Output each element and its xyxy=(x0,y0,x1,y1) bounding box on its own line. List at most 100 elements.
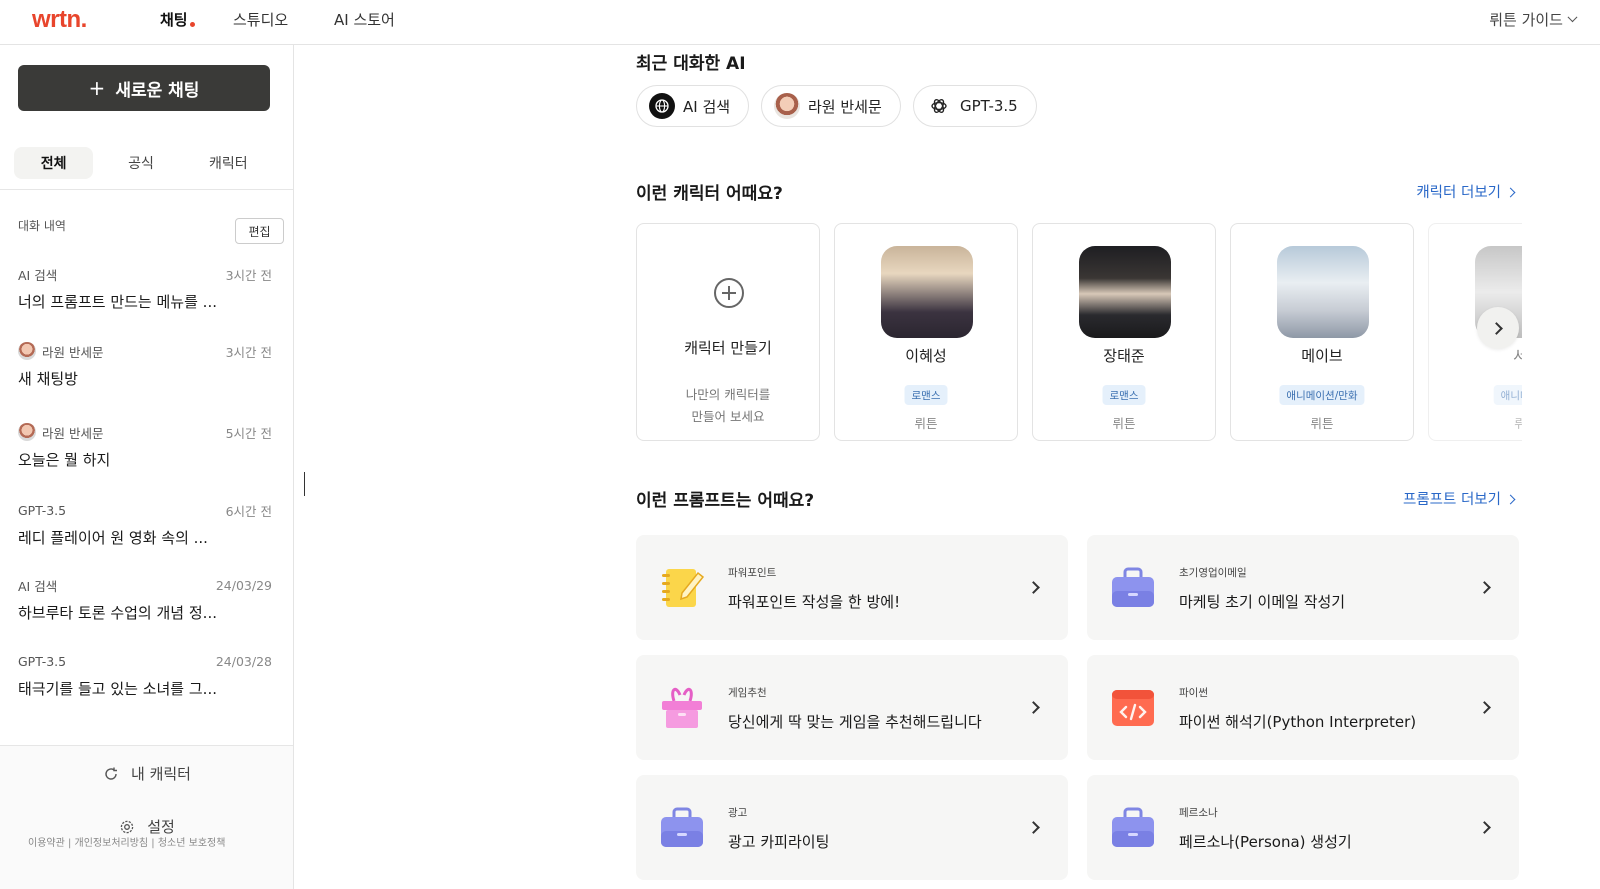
prompt-card[interactable]: 게임추천 당신에게 딱 맞는 게임을 추천해드립니다 xyxy=(636,655,1068,760)
prompt-card[interactable]: 광고 광고 카피라이팅 xyxy=(636,775,1068,880)
tab-official[interactable]: 공식 xyxy=(101,147,180,179)
recent-ai-search[interactable]: AI 검색 xyxy=(636,85,750,127)
characters-more-link[interactable]: 캐릭터 더보기 xyxy=(1416,181,1516,202)
character-author: 뤼튼 xyxy=(914,416,938,431)
history-label: 대화 내역 xyxy=(18,219,66,233)
prompt-title: 광고 카피라이팅 xyxy=(728,833,830,851)
briefcase-icon xyxy=(1112,567,1154,607)
tab-all[interactable]: 전체 xyxy=(14,147,94,179)
prompt-card[interactable]: 페르소나 페르소나(Persona) 생성기 xyxy=(1087,775,1519,880)
conversation-source: 라원 반세문 xyxy=(42,344,104,360)
character-avatar xyxy=(18,423,36,441)
conversation-time: 3시간 전 xyxy=(225,267,272,283)
prompt-category: 초기영업이메일 xyxy=(1179,567,1247,579)
refresh-sparkle-icon xyxy=(105,767,118,780)
create-desc-line: 나만의 캐릭터를 xyxy=(685,387,771,402)
create-character-card[interactable]: 캐릭터 만들기 나만의 캐릭터를 만들어 보세요 xyxy=(636,223,820,441)
prompt-category: 광고 xyxy=(728,807,748,819)
footer-links[interactable]: 이용약관 | 개인정보처리방침 | 청소년 보호정책 xyxy=(28,834,225,849)
guide-dropdown[interactable]: 뤼튼 가이드 xyxy=(1489,9,1578,30)
nav-ai-store[interactable]: AI 스토어 xyxy=(334,9,395,30)
chevron-down-icon xyxy=(1567,12,1578,23)
conversation-title: 하브루타 토론 수업의 개념 정... xyxy=(18,604,217,622)
conversation-item[interactable]: GPT-3.5 6시간 전 레디 플레이어 원 영화 속의 ... xyxy=(18,501,272,548)
new-chat-button[interactable]: + 새로운 채팅 xyxy=(18,65,270,111)
chevron-right-icon xyxy=(1478,821,1491,834)
prompt-category: 파워포인트 xyxy=(728,567,777,579)
genre-tag: 애니메이션/만화 xyxy=(1279,385,1365,405)
conversation-source: GPT-3.5 xyxy=(18,653,67,669)
nav-chat-label: 채팅 xyxy=(160,11,188,29)
conversation-item[interactable]: AI 검색 3시간 전 너의 프롬프트 만드는 메뉴를 ... xyxy=(18,265,272,312)
resize-handle[interactable] xyxy=(304,472,305,496)
character-portrait xyxy=(1079,246,1171,338)
character-card[interactable]: 이혜성 로맨스 뤼튼 xyxy=(834,223,1018,441)
conversation-title: 태극기를 들고 있는 소녀를 그... xyxy=(18,680,217,698)
nav-chat[interactable]: 채팅 xyxy=(160,9,195,30)
prompt-category: 게임추천 xyxy=(728,687,767,699)
prompt-title: 당신에게 딱 맞는 게임을 추천해드립니다 xyxy=(728,713,982,731)
genre-tag: 로맨스 xyxy=(904,385,948,405)
create-character-title: 캐릭터 만들기 xyxy=(684,339,772,357)
prompt-category: 페르소나 xyxy=(1179,807,1218,819)
character-avatar xyxy=(18,342,36,360)
character-author: 뤼튼 xyxy=(1310,416,1334,431)
conversation-time: 6시간 전 xyxy=(225,503,272,519)
briefcase-icon xyxy=(661,807,703,847)
chevron-right-icon xyxy=(1027,701,1040,714)
conversation-time: 5시간 전 xyxy=(225,425,272,441)
chevron-right-icon xyxy=(1478,581,1491,594)
conversation-title: 오늘은 뭘 하지 xyxy=(18,451,111,469)
prompt-card[interactable]: 초기영업이메일 마케팅 초기 이메일 작성기 xyxy=(1087,535,1519,640)
conversation-source: AI 검색 xyxy=(18,578,58,594)
chevron-right-icon xyxy=(1490,321,1503,335)
tab-character[interactable]: 캐릭터 xyxy=(189,147,268,179)
conversation-filter-tabs: 전체 공식 캐릭터 xyxy=(14,147,276,179)
chevron-right-icon xyxy=(1027,581,1040,594)
plus-icon: + xyxy=(88,76,106,100)
recent-ai-gpt[interactable]: GPT-3.5 xyxy=(913,85,1037,127)
character-card[interactable]: 메이브 애니메이션/만화 뤼튼 xyxy=(1230,223,1414,441)
my-character-label: 내 캐릭터 xyxy=(131,765,191,783)
conversation-item[interactable]: 라원 반세문 3시간 전 새 채팅방 xyxy=(18,342,272,389)
prompt-category: 파이썬 xyxy=(1179,687,1208,699)
nav-studio[interactable]: 스튜디오 xyxy=(233,9,288,30)
conversation-time: 24/03/28 xyxy=(215,653,272,669)
conversation-item[interactable]: 라원 반세문 5시간 전 오늘은 뭘 하지 xyxy=(18,423,272,470)
prompts-more-link[interactable]: 프롬프트 더보기 xyxy=(1403,488,1516,509)
character-name: 서 xyxy=(1429,345,1522,366)
character-name: 장태준 xyxy=(1103,347,1145,365)
character-author: 뤼튼 xyxy=(1112,416,1136,431)
prompt-card[interactable]: 파워포인트 파워포인트 작성을 한 방에! xyxy=(636,535,1068,640)
prompt-title: 파워포인트 작성을 한 방에! xyxy=(728,593,901,611)
briefcase-icon xyxy=(1112,807,1154,847)
conversation-item[interactable]: AI 검색 24/03/29 하브루타 토론 수업의 개념 정... xyxy=(18,576,272,623)
recent-ai-character[interactable]: 라원 반세문 xyxy=(761,85,901,127)
recent-ai-label: 라원 반세문 xyxy=(808,97,882,116)
code-window-icon xyxy=(1112,690,1154,726)
conversation-title: 새 채팅방 xyxy=(18,370,78,388)
character-portrait xyxy=(881,246,973,338)
character-name: 이혜성 xyxy=(905,347,947,365)
divider xyxy=(0,189,293,190)
prompt-card[interactable]: 파이썬 파이썬 해석기(Python Interpreter) xyxy=(1087,655,1519,760)
create-desc-line: 만들어 보세요 xyxy=(691,409,765,424)
chevron-right-icon xyxy=(1478,701,1491,714)
character-author: 뤼 xyxy=(1429,413,1522,432)
carousel-next-button[interactable] xyxy=(1477,307,1519,349)
edit-history-button[interactable]: 편집 xyxy=(235,218,284,244)
plus-circle-icon xyxy=(714,278,744,308)
character-avatar xyxy=(774,93,800,119)
character-portrait xyxy=(1277,246,1369,338)
genre-tag: 로맨스 xyxy=(1102,385,1146,405)
conversation-item[interactable]: GPT-3.5 24/03/28 태극기를 들고 있는 소녀를 그... xyxy=(18,652,272,699)
prompt-title: 마케팅 초기 이메일 작성기 xyxy=(1179,593,1346,611)
recent-ai-title: 최근 대화한 AI xyxy=(636,54,746,74)
chevron-right-icon xyxy=(1505,494,1516,504)
character-card[interactable]: 장태준 로맨스 뤼튼 xyxy=(1032,223,1216,441)
characters-more-label: 캐릭터 더보기 xyxy=(1416,185,1501,201)
chevron-right-icon xyxy=(1505,187,1516,197)
genre-tag: 애니메이 xyxy=(1493,385,1522,405)
my-character-button[interactable]: 내 캐릭터 xyxy=(0,763,293,784)
wrtn-logo[interactable]: wrtn. xyxy=(32,6,87,34)
